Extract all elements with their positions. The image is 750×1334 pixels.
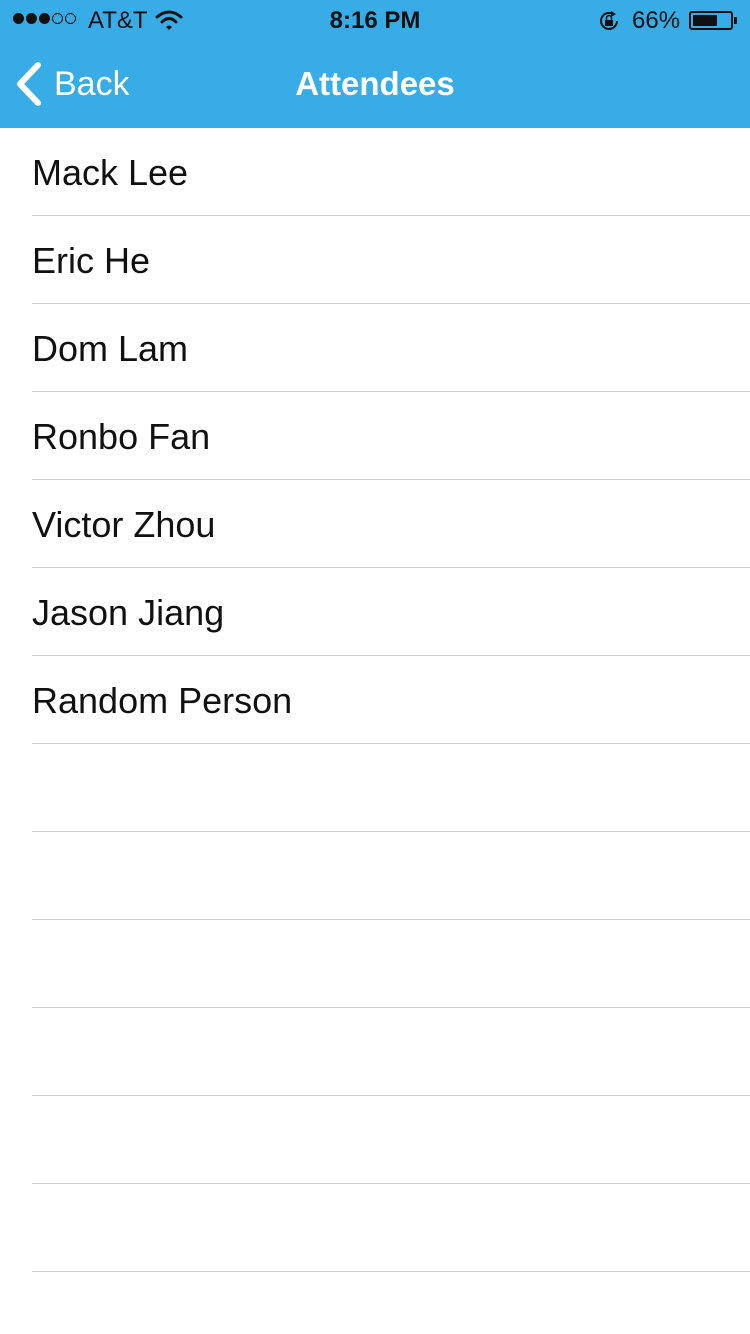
attendee-name: Random Person <box>32 680 293 721</box>
attendee-row[interactable]: Victor Zhou <box>0 480 750 568</box>
attendee-name: Dom Lam <box>32 328 189 369</box>
attendee-row[interactable]: Eric He <box>0 216 750 304</box>
attendee-name: Eric He <box>32 240 151 281</box>
attendee-name: Ronbo Fan <box>32 416 211 457</box>
attendee-list: Mack Lee Eric He Dom Lam Ronbo Fan Victor Zh… <box>0 128 750 1272</box>
attendee-row[interactable]: Jason Jiang <box>0 568 750 656</box>
status-bar: AT&T 8:16 PM 66% <box>0 0 750 40</box>
battery-icon <box>689 11 733 30</box>
navigation-bar: Back Attendees <box>0 40 750 128</box>
rotation-lock-icon <box>600 11 618 30</box>
battery-percent: 66% <box>632 7 681 34</box>
empty-row <box>0 1096 750 1184</box>
empty-row <box>0 920 750 1008</box>
attendee-name: Victor Zhou <box>32 504 216 545</box>
attendee-name: Jason Jiang <box>32 592 225 633</box>
header: AT&T 8:16 PM 66% Back Attendees <box>0 0 750 128</box>
attendee-row[interactable]: Mack Lee <box>0 128 750 216</box>
empty-row <box>0 1008 750 1096</box>
attendee-row[interactable]: Random Person <box>0 656 750 744</box>
page-title: Attendees <box>295 65 455 102</box>
battery-tip <box>734 17 737 24</box>
attendee-row[interactable]: Ronbo Fan <box>0 392 750 480</box>
attendee-name: Mack Lee <box>32 152 189 193</box>
empty-row <box>0 832 750 920</box>
empty-row <box>0 744 750 832</box>
empty-row <box>0 1184 750 1272</box>
attendee-row[interactable]: Dom Lam <box>0 304 750 392</box>
